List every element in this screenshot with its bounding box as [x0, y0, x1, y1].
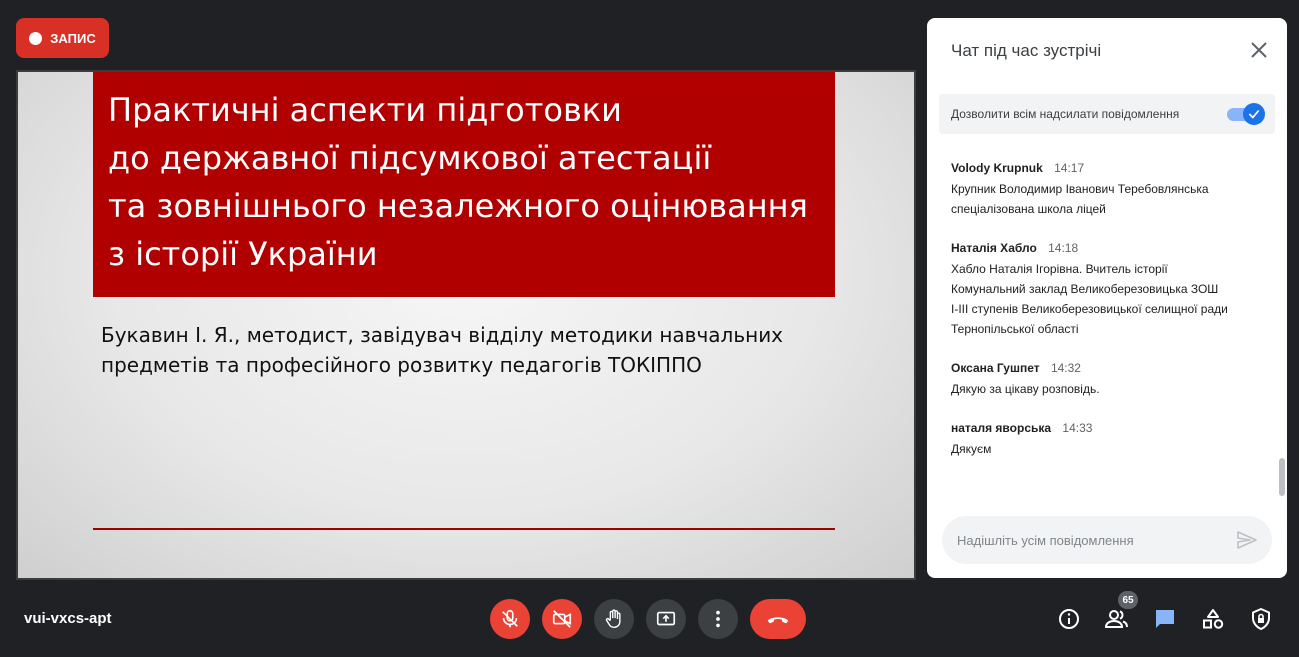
message-time: 14:17 [1054, 161, 1085, 175]
host-controls-button[interactable] [1248, 606, 1274, 632]
slide-author: Букавин І. Я., методист, завідувач відді… [101, 320, 821, 380]
activities-icon [1203, 609, 1224, 629]
message-time: 14:18 [1048, 241, 1079, 255]
participants-button[interactable] [1104, 606, 1130, 632]
chat-title: Чат під час зустрічі [951, 41, 1102, 60]
message-text: Крупник Володимир Іванович Теребовлянськ… [951, 182, 1209, 196]
meeting-code: vui-vxcs-apt [24, 610, 112, 627]
more-options-button[interactable] [698, 599, 738, 639]
info-icon [1059, 609, 1079, 629]
slide-title-line: Практичні аспекти підготовки [108, 91, 622, 129]
chat-message: Volody Krupnuk 14:17 Крупник Володимир І… [951, 161, 1271, 219]
message-sender: Наталія Хабло [951, 241, 1037, 255]
send-icon[interactable] [1235, 528, 1259, 552]
message-time: 14:32 [1050, 361, 1081, 375]
chat-button[interactable] [1152, 606, 1178, 632]
message-sender: наталя яворська [951, 421, 1052, 435]
camera-off-icon [552, 610, 572, 628]
activities-button[interactable] [1200, 606, 1226, 632]
toggle-knob [1243, 103, 1265, 125]
message-time: 14:33 [1062, 421, 1093, 435]
slide-title: Практичні аспекти підготовки до державно… [108, 86, 819, 278]
message-text: Хабло Наталія Ігорівна. Вчитель історії [951, 262, 1168, 276]
chat-message-input[interactable] [942, 516, 1272, 564]
microphone-button[interactable] [490, 599, 530, 639]
people-icon [1104, 610, 1128, 628]
message-header: Оксана Гушпет 14:32 [951, 361, 1271, 375]
host-controls-icon [1252, 608, 1270, 630]
chat-message: Наталія Хабло 14:18 Хабло Наталія Ігорів… [951, 241, 1271, 339]
slide-title-line: та зовнішнього незалежного оцінювання [108, 187, 808, 225]
slide-author-line: предметів та професійного розвитку педаг… [101, 353, 702, 377]
chat-panel: Чат під час зустрічі Дозволити всім надс… [927, 18, 1287, 578]
message-list: Volody Krupnuk 14:17 Крупник Володимир І… [951, 161, 1271, 481]
slide-title-line: з історії України [108, 235, 378, 273]
message-text: спеціалізована школа ліцей [951, 202, 1106, 216]
allow-all-toggle[interactable] [1227, 103, 1265, 125]
message-sender: Оксана Гушпет [951, 361, 1040, 375]
check-icon [1248, 109, 1260, 119]
raise-hand-button[interactable] [594, 599, 634, 639]
message-header: Наталія Хабло 14:18 [951, 241, 1271, 255]
chat-message: Оксана Гушпет 14:32 Дякую за цікаву розп… [951, 361, 1271, 399]
end-call-icon [767, 617, 789, 624]
more-vert-icon [716, 610, 720, 628]
participant-count-badge: 65 [1118, 591, 1138, 609]
slide-author-line: Букавин І. Я., методист, завідувач відді… [101, 323, 784, 347]
present-button[interactable] [646, 599, 686, 639]
chat-icon [1156, 610, 1174, 628]
camera-button[interactable] [542, 599, 582, 639]
recording-label: ЗАПИС [50, 30, 96, 46]
recording-badge[interactable]: ЗАПИС [16, 18, 109, 58]
message-text: Комунальний заклад Великоберезовицька ЗО… [951, 282, 1219, 296]
meeting-details-button[interactable] [1056, 606, 1082, 632]
slide-title-box: Практичні аспекти підготовки до державно… [93, 72, 835, 297]
allow-all-label: Дозволити всім надсилати повідомлення [951, 107, 1180, 121]
message-header: Volody Krupnuk 14:17 [951, 161, 1271, 175]
message-text: І-ІІІ ступенів Великоберезовицької селищ… [951, 302, 1228, 316]
record-dot-icon [29, 31, 43, 45]
message-text: Тернопільської області [951, 322, 1079, 336]
message-header: наталя яворська 14:33 [951, 421, 1271, 435]
allow-all-messages-row: Дозволити всім надсилати повідомлення [939, 94, 1275, 134]
chat-scrollbar[interactable] [1279, 458, 1285, 496]
chat-message: наталя яворська 14:33 Дякуєм [951, 421, 1271, 459]
message-sender: Volody Krupnuk [951, 161, 1043, 175]
message-text: Дякуєм [951, 442, 992, 456]
close-icon[interactable] [1247, 38, 1271, 62]
slide-divider [93, 528, 835, 530]
message-text: Дякую за цікаву розповідь. [951, 382, 1100, 396]
end-call-button[interactable] [750, 599, 806, 639]
presentation-slide: Практичні аспекти підготовки до державно… [16, 70, 916, 580]
raise-hand-icon [605, 609, 621, 628]
slide-title-line: до державної підсумкової атестації [108, 139, 712, 177]
mic-off-icon [502, 609, 518, 628]
present-icon [656, 611, 676, 626]
